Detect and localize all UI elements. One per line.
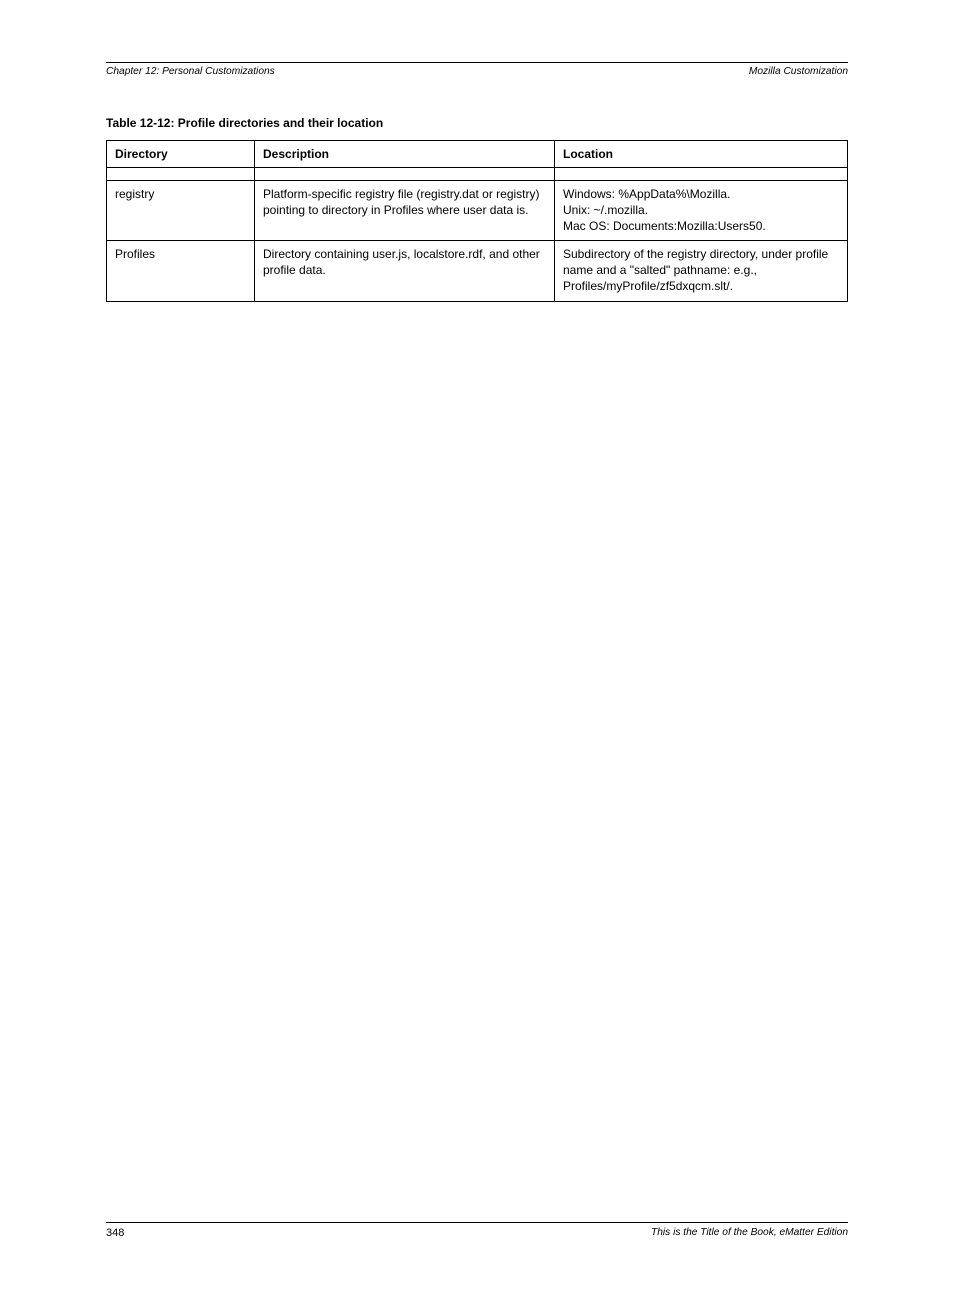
cell-text: registry — [115, 187, 246, 203]
cell-directory: registry — [107, 181, 255, 241]
cell-location: Subdirectory of the registry directory, … — [555, 241, 848, 301]
cell-description: Directory containing user.js, localstore… — [255, 241, 555, 301]
col-header-directory: Directory — [107, 141, 255, 168]
cell-description: Platform-specific registry file (registr… — [255, 181, 555, 241]
running-header: Chapter 12: Personal Customizations Mozi… — [106, 66, 848, 77]
col-header-location: Location — [555, 141, 848, 168]
table-row: Profiles Directory containing user.js, l… — [107, 241, 848, 301]
table-header-double-rule — [107, 168, 848, 181]
cell-location: Windows: %AppData%\Mozilla. Unix: ~/.moz… — [555, 181, 848, 241]
cell-directory: Profiles — [107, 241, 255, 301]
cell-text: Subdirectory of the registry directory, … — [563, 247, 839, 294]
footer-title: This is the Title of the Book, eMatter E… — [651, 1227, 848, 1239]
cell-text: Directory containing user.js, localstore… — [263, 247, 546, 279]
page-footer: 348 This is the Title of the Book, eMatt… — [106, 1222, 848, 1239]
table-row: registry Platform-specific registry file… — [107, 181, 848, 241]
header-rule — [106, 62, 848, 63]
cell-text: Windows: %AppData%\Mozilla. Unix: ~/.moz… — [563, 187, 839, 234]
table-caption: Table 12-12: Profile directories and the… — [106, 116, 848, 130]
header-right: Mozilla Customization — [749, 66, 848, 77]
cell-text: Platform-specific registry file (registr… — [263, 187, 546, 219]
col-header-description: Description — [255, 141, 555, 168]
header-left: Chapter 12: Personal Customizations — [106, 66, 275, 77]
footer-rule — [106, 1222, 848, 1223]
profile-directories-table: Directory Description Location registry … — [106, 140, 848, 302]
page-number: 348 — [106, 1227, 124, 1239]
table-header-row: Directory Description Location — [107, 141, 848, 168]
cell-text: Profiles — [115, 247, 246, 263]
